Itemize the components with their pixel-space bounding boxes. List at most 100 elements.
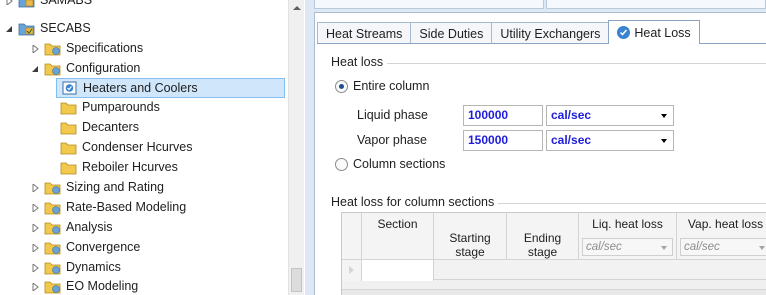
tree-item-dynamics[interactable]: Dynamics: [30, 258, 121, 277]
tab-label: Heat Streams: [326, 26, 403, 41]
tree-item-convergence[interactable]: Convergence: [30, 238, 140, 257]
column-header-label: Section: [377, 217, 418, 231]
tab-label: Heat Loss: [634, 25, 691, 40]
dropdown-arrow-icon: [661, 114, 667, 118]
triangle-right-icon[interactable]: [30, 243, 40, 253]
tree-item-pumparounds[interactable]: Pumparounds: [60, 98, 160, 117]
folder-icon: [60, 141, 77, 155]
column-header-label: Vap. heat loss: [687, 217, 764, 231]
row-header-column: [342, 213, 362, 259]
radio-label: Entire column: [353, 79, 430, 93]
triangle-right-icon[interactable]: [30, 223, 40, 233]
block-folder-icon: [44, 42, 61, 56]
tree-item-heaters-and-coolers[interactable]: Heaters and Coolers: [56, 78, 285, 98]
tree-item-secabs[interactable]: SECABS: [4, 19, 91, 38]
block-folder-icon: [44, 201, 61, 215]
tab-bar: Heat Streams Side Duties Utility Exchang…: [317, 20, 700, 44]
block-folder-icon: [44, 181, 61, 195]
triangle-right-icon[interactable]: [30, 203, 40, 213]
tree-item-label: Condenser Hcurves: [82, 140, 193, 154]
tree-item-configuration[interactable]: Configuration: [30, 59, 140, 78]
tree-item-sizing-and-rating[interactable]: Sizing and Rating: [30, 178, 164, 197]
block-folder-icon: [44, 280, 61, 294]
liquid-phase-unit-select[interactable]: cal/sec: [546, 105, 674, 126]
tab-utility-exchangers[interactable]: Utility Exchangers: [491, 22, 610, 44]
table-row[interactable]: [342, 259, 766, 281]
folder-icon: [60, 161, 77, 175]
upper-tab-edge: [314, 0, 544, 9]
radio-column-sections[interactable]: Column sections: [335, 157, 445, 171]
triangle-right-icon[interactable]: [30, 263, 40, 273]
column-header-label: Ending stage: [523, 231, 562, 259]
column-header-label: Liq. heat loss: [592, 217, 663, 231]
vap-heat-loss-unit-select[interactable]: cal/sec: [680, 238, 766, 256]
table-horizontal-scrollbar[interactable]: [342, 289, 766, 295]
tab-label: Utility Exchangers: [500, 26, 601, 41]
sections-table: Section Starting stage Ending stage Liq.…: [341, 212, 766, 295]
liq-heat-loss-unit-select[interactable]: cal/sec: [582, 238, 673, 256]
tree-item-label: Reboiler Hcurves: [82, 160, 178, 174]
tree-item-label: Decanters: [82, 120, 139, 134]
upper-tab-edge: [546, 0, 766, 9]
radio-entire-column[interactable]: Entire column: [335, 79, 429, 93]
tab-heat-loss[interactable]: Heat Loss: [608, 20, 700, 44]
vapor-phase-value-input[interactable]: 150000: [463, 130, 543, 151]
tab-heat-streams[interactable]: Heat Streams: [317, 22, 412, 44]
column-header-section[interactable]: Section: [362, 213, 434, 259]
column-header-ending-stage[interactable]: Ending stage: [507, 213, 579, 259]
tree-item-analysis[interactable]: Analysis: [30, 218, 113, 237]
table-cell-section[interactable]: [362, 260, 434, 281]
tree-item-label: Configuration: [66, 61, 141, 75]
tree-item-label: Analysis: [66, 220, 113, 234]
unit-value: cal/sec: [551, 108, 592, 122]
radio-label: Column sections: [353, 157, 446, 171]
triangle-right-icon[interactable]: [30, 282, 40, 292]
tree-item-label: Convergence: [66, 240, 141, 254]
triangle-right-icon[interactable]: [30, 44, 40, 54]
vapor-phase-unit-select[interactable]: cal/sec: [546, 130, 674, 151]
form-icon: [61, 81, 78, 95]
tree-vertical-scrollbar[interactable]: [288, 0, 304, 295]
triangle-right-icon[interactable]: [4, 0, 14, 6]
scroll-up-icon[interactable]: [293, 6, 301, 10]
triangle-down-icon[interactable]: [30, 64, 40, 74]
tree-item-reboiler-hcurves[interactable]: Reboiler Hcurves: [60, 158, 178, 177]
tree-item-label: Heaters and Coolers: [83, 80, 198, 95]
tab-label: Side Duties: [419, 26, 484, 41]
row-pointer-icon: [349, 266, 354, 274]
tree-item-specifications[interactable]: Specifications: [30, 39, 143, 58]
block-folder-icon: [44, 62, 61, 76]
unit-value: cal/sec: [551, 133, 592, 147]
dropdown-arrow-icon: [661, 246, 667, 250]
triangle-right-icon[interactable]: [30, 183, 40, 193]
radio-button-unselected[interactable]: [335, 157, 348, 171]
vapor-phase-label: Vapor phase: [357, 133, 427, 147]
block-folder-icon: [18, 22, 35, 36]
tree-item-eo-modeling[interactable]: EO Modeling: [30, 277, 138, 295]
liquid-phase-label: Liquid phase: [357, 108, 428, 122]
triangle-down-icon[interactable]: [4, 24, 14, 34]
tree-item-samabs[interactable]: SAMABS: [4, 0, 92, 10]
liquid-phase-value-input[interactable]: 100000: [463, 105, 543, 126]
tree-item-label: SAMABS: [40, 0, 93, 7]
check-circle-icon: [617, 26, 631, 39]
radio-button-selected[interactable]: [335, 79, 348, 93]
block-folder-icon: [18, 0, 35, 8]
folder-icon: [60, 101, 77, 115]
dropdown-arrow-icon: [759, 246, 765, 250]
tree-item-decanters[interactable]: Decanters: [60, 118, 139, 137]
scrollbar-thumb[interactable]: [291, 268, 302, 292]
group-border: [331, 63, 766, 64]
tree-item-label: Specifications: [66, 41, 144, 55]
tree-item-rate-based-modeling[interactable]: Rate-Based Modeling: [30, 198, 186, 217]
column-header-starting-stage[interactable]: Starting stage: [434, 213, 507, 259]
unit-value: cal/sec: [586, 241, 622, 253]
tree-item-condenser-hcurves[interactable]: Condenser Hcurves: [60, 138, 192, 157]
row-selector[interactable]: [342, 260, 362, 281]
heat-loss-group-title: Heat loss: [331, 55, 388, 69]
column-header-vap-heat-loss[interactable]: Vap. heat loss cal/sec: [677, 213, 766, 259]
tree-item-label: Rate-Based Modeling: [66, 200, 187, 214]
tab-side-duties[interactable]: Side Duties: [410, 22, 493, 44]
tree-item-label: EO Modeling: [66, 279, 139, 293]
column-header-liq-heat-loss[interactable]: Liq. heat loss cal/sec: [579, 213, 677, 259]
